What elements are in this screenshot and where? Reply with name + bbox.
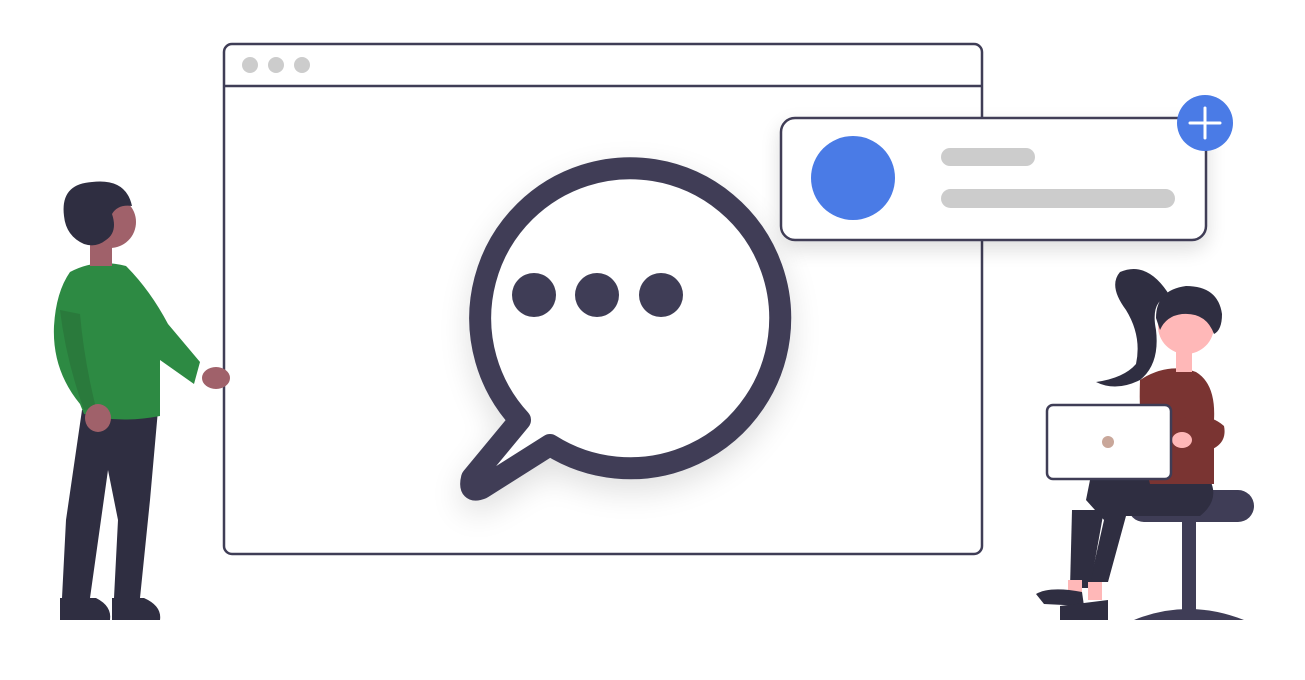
woman-ankle xyxy=(1088,582,1102,600)
man-hand-left xyxy=(85,404,111,432)
typing-dot-icon xyxy=(512,273,556,317)
illustration-scene xyxy=(0,0,1305,680)
window-dot-icon xyxy=(268,57,284,73)
woman-hand xyxy=(1172,432,1192,448)
woman-shoe xyxy=(1036,589,1084,606)
typing-indicator xyxy=(512,273,683,317)
window-dot-icon xyxy=(242,57,258,73)
illustration-svg xyxy=(53,42,1254,620)
add-button[interactable] xyxy=(1177,95,1233,151)
typing-dot-icon xyxy=(575,273,619,317)
laptop-logo-icon xyxy=(1102,436,1114,448)
chat-bubble-icon xyxy=(460,157,792,501)
avatar xyxy=(811,136,895,220)
man-shoe-left xyxy=(60,598,111,620)
typing-dot-icon xyxy=(639,273,683,317)
stool-leg xyxy=(1182,520,1196,612)
stool-base xyxy=(1134,609,1244,620)
man-shoe-right xyxy=(112,598,161,620)
woman-neck xyxy=(1176,352,1192,372)
standing-man-figure xyxy=(53,181,230,620)
seated-woman-figure xyxy=(1036,269,1254,620)
text-placeholder-bar xyxy=(941,189,1175,208)
man-pants xyxy=(62,410,158,598)
window-dot-icon xyxy=(294,57,310,73)
man-hand-right xyxy=(202,367,230,389)
name-placeholder-bar xyxy=(941,148,1035,166)
